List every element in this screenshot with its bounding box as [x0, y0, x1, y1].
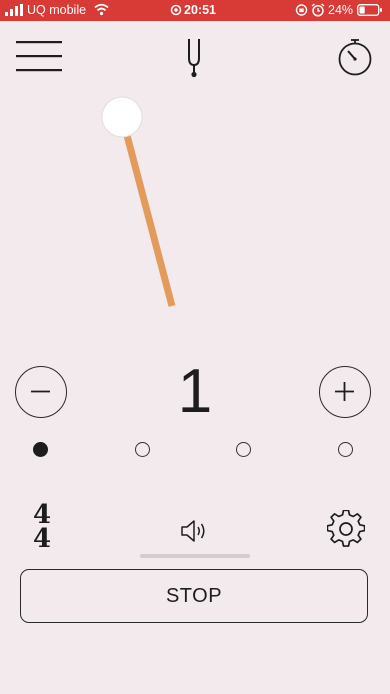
carrier-label: UQ mobile: [27, 3, 87, 17]
wifi-icon: [94, 3, 109, 16]
speaker-icon[interactable]: [180, 518, 210, 544]
home-indicator: [140, 554, 250, 558]
time-signature-bottom: 4: [32, 524, 52, 554]
gear-icon[interactable]: [327, 510, 365, 548]
current-beat-number: 1: [177, 357, 213, 426]
beat-indicator-2: [135, 442, 150, 457]
battery-icon: [357, 4, 382, 16]
minus-icon: [31, 390, 50, 393]
tuning-fork-icon[interactable]: [185, 38, 203, 78]
beat-indicator-1: [33, 442, 48, 457]
rotation-lock-icon: [295, 4, 308, 16]
alarm-icon: [311, 3, 325, 17]
plus-icon: [335, 382, 354, 401]
status-bar: UQ mobile 20:51 24%: [0, 0, 390, 21]
stopwatch-icon[interactable]: [336, 38, 374, 76]
pendulum-weight: [101, 96, 143, 138]
pendulum-arm: [120, 123, 176, 307]
increase-beat-button[interactable]: [319, 366, 371, 418]
signal-icon: [5, 4, 23, 16]
stop-button[interactable]: STOP: [20, 569, 368, 623]
beat-indicator-4: [338, 442, 353, 457]
decrease-beat-button[interactable]: [15, 366, 67, 418]
metronome-pendulum: [101, 96, 176, 307]
location-icon: [170, 4, 182, 16]
clock-time: 20:51: [184, 3, 216, 17]
hamburger-menu-icon[interactable]: [16, 40, 62, 72]
battery-percent: 24%: [328, 3, 354, 17]
beat-indicator-3: [236, 442, 251, 457]
time-signature-button[interactable]: 4 4: [30, 502, 54, 554]
